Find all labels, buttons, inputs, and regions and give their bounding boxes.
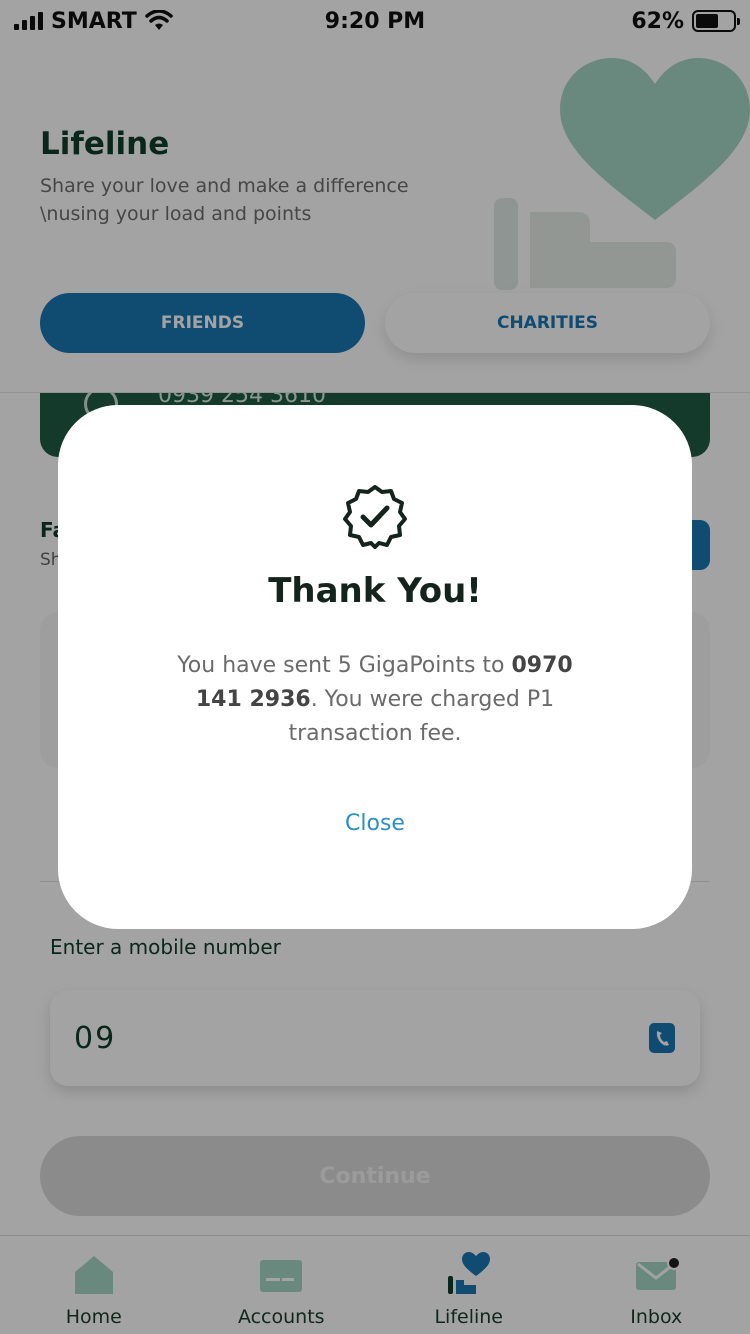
dialog-message: You have sent 5 GigaPoints to 0970 141 2… bbox=[155, 649, 595, 751]
thank-you-dialog: Thank You! You have sent 5 GigaPoints to… bbox=[58, 405, 692, 929]
message-text: You have sent 5 GigaPoints to bbox=[177, 653, 512, 678]
verified-check-icon bbox=[343, 485, 407, 549]
message-text: . You were charged P1 transaction fee. bbox=[288, 687, 555, 746]
dialog-title: Thank You! bbox=[268, 571, 482, 611]
close-button[interactable]: Close bbox=[345, 811, 405, 836]
